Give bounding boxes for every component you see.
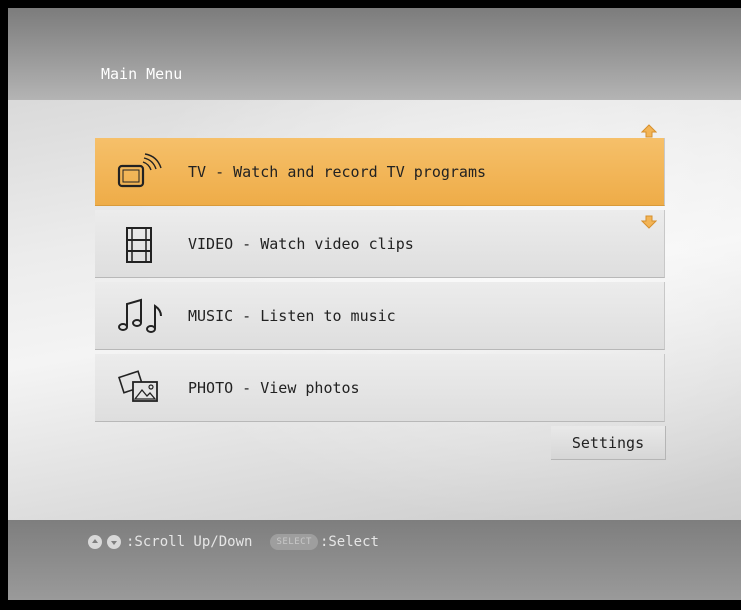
page-title: Main Menu — [101, 65, 183, 83]
down-button-icon — [107, 535, 121, 549]
photo-icon — [113, 368, 167, 408]
tv-icon — [113, 152, 167, 192]
select-button-icon: SELECT — [270, 534, 318, 550]
menu-item-label: MUSIC - Listen to music — [188, 306, 396, 325]
select-hint-text: :Select — [319, 534, 379, 550]
menu-item-video[interactable]: VIDEO - Watch video clips — [95, 210, 665, 278]
up-button-icon — [88, 535, 102, 549]
menu-item-tv[interactable]: TV - Watch and record TV programs — [95, 138, 665, 206]
arrow-up-icon[interactable] — [640, 123, 658, 138]
menu-item-music[interactable]: MUSIC - Listen to music — [95, 282, 665, 350]
music-note-icon — [113, 296, 167, 336]
menu-item-label: PHOTO - View photos — [188, 378, 360, 397]
menu-item-label: TV - Watch and record TV programs — [188, 162, 487, 181]
screen: Main Menu TV - Watch and record TV progr… — [8, 8, 741, 600]
menu-item-label: VIDEO - Watch video clips — [188, 234, 414, 253]
menu-item-photo[interactable]: PHOTO - View photos — [95, 354, 665, 422]
main-menu-list: TV - Watch and record TV programs VIDEO … — [95, 138, 665, 426]
footer-band — [8, 520, 741, 600]
header-band: Main Menu — [8, 8, 741, 100]
scroll-hint-text: :Scroll Up/Down — [126, 534, 253, 550]
arrow-down-icon[interactable] — [640, 214, 658, 229]
settings-button[interactable]: Settings — [551, 426, 666, 460]
film-icon — [113, 224, 167, 264]
help-bar: :Scroll Up/Down SELECT :Select — [88, 534, 379, 550]
